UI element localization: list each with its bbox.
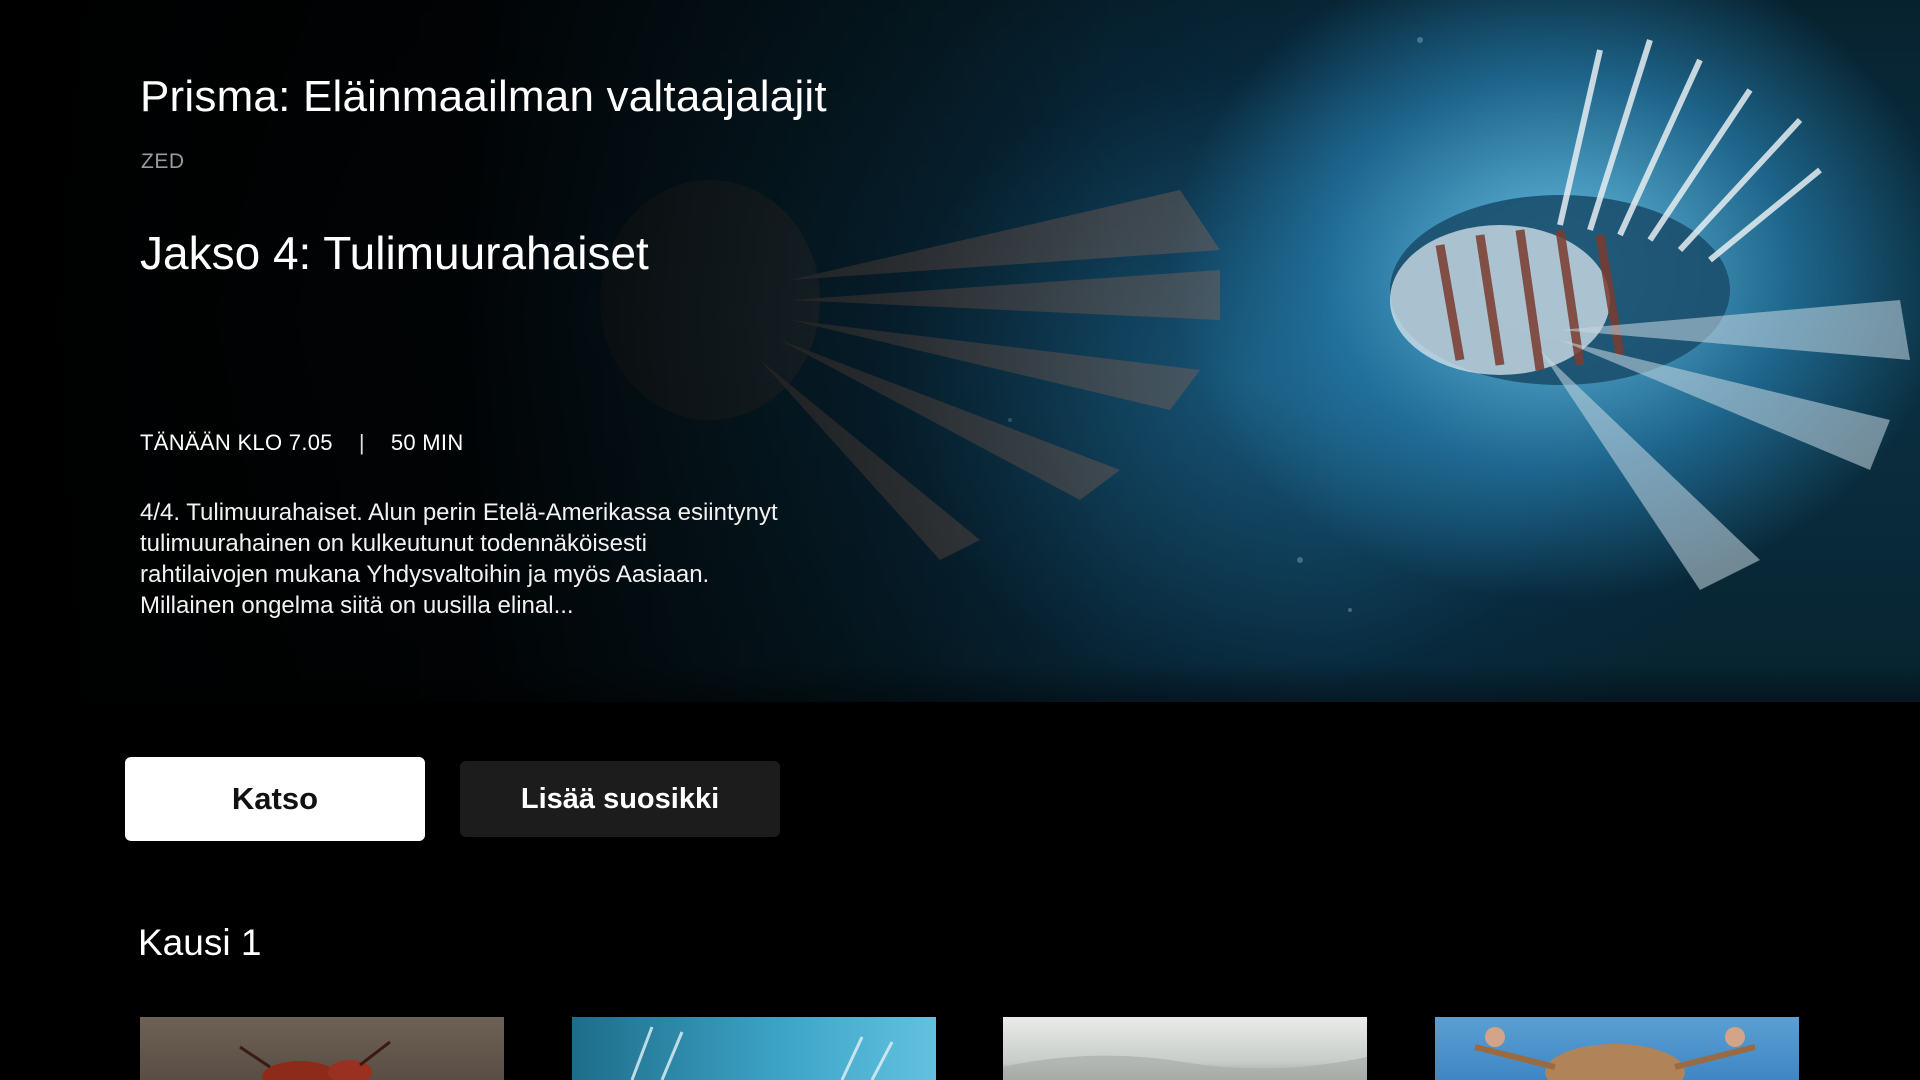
episode-thumbnail-3[interactable]: [1003, 1017, 1367, 1080]
watch-button[interactable]: Katso: [125, 757, 425, 841]
foggy-forest-thumbnail: [1003, 1055, 1367, 1080]
hero-fade: [0, 662, 1920, 702]
meta-separator: |: [358, 430, 365, 455]
crab-thumbnail: [1474, 1027, 1756, 1080]
episode-title: Jakso 4: Tulimuurahaiset: [140, 227, 649, 279]
episode-thumbnail-2[interactable]: [572, 1017, 936, 1080]
episode-description: 4/4. Tulimuurahaiset. Alun perin Etelä-A…: [140, 499, 778, 619]
lionfish-thumbnail: [630, 1026, 894, 1080]
duration: 50 MIN: [390, 430, 464, 455]
show-title: Prisma: Eläinmaailman valtaajalajit: [140, 72, 827, 121]
episode-meta: TÄNÄÄN KLO 7.05 | 50 MIN: [140, 430, 464, 456]
air-time: TÄNÄÄN KLO 7.05: [140, 430, 333, 455]
episode-thumbnail-1[interactable]: [140, 1017, 504, 1080]
season-label: Kausi 1: [138, 922, 262, 963]
episode-thumbnail-4[interactable]: [1435, 1017, 1799, 1080]
add-favorite-button[interactable]: Lisää suosikki: [460, 761, 780, 837]
channel-label: ZED: [141, 150, 185, 173]
fire-ant-thumbnail: [239, 1040, 391, 1080]
